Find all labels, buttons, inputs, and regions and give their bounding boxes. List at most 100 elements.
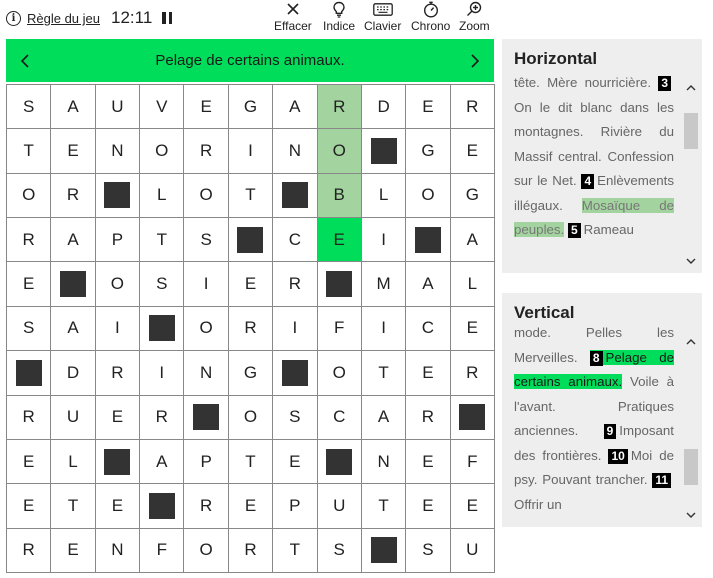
- clue-item[interactable]: tête. Mère nourricière.: [514, 75, 651, 90]
- grid-cell[interactable]: D: [361, 85, 407, 130]
- grid-cell[interactable]: O: [140, 129, 185, 174]
- grid-cell[interactable]: R: [7, 395, 52, 440]
- scroll-thumb[interactable]: [684, 113, 698, 149]
- grid-cell[interactable]: C: [273, 218, 318, 263]
- grid-cell[interactable]: R: [228, 528, 274, 573]
- grid-cell[interactable]: E: [228, 484, 274, 529]
- scroll-thumb[interactable]: [684, 449, 698, 485]
- grid-cell-active[interactable]: E: [317, 218, 362, 263]
- grid-cell[interactable]: R: [450, 85, 495, 130]
- previous-clue-button[interactable]: [10, 39, 40, 82]
- grid-cell[interactable]: E: [273, 439, 318, 485]
- grid-cell[interactable]: B: [317, 173, 362, 219]
- grid-cell[interactable]: L: [361, 173, 407, 219]
- grid-cell[interactable]: A: [406, 262, 451, 307]
- grid-cell[interactable]: R: [450, 351, 495, 396]
- next-clue-button[interactable]: [460, 39, 490, 82]
- grid-cell[interactable]: A: [273, 85, 318, 130]
- grid-cell[interactable]: N: [95, 528, 141, 573]
- grid-cell[interactable]: R: [228, 306, 274, 352]
- grid-cell[interactable]: A: [51, 306, 96, 352]
- clue-item[interactable]: mode. Pelles les: [514, 325, 674, 340]
- grid-cell[interactable]: R: [140, 395, 185, 440]
- timer-button[interactable]: Chrono: [411, 0, 450, 33]
- grid-cell[interactable]: I: [228, 129, 274, 174]
- grid-cell[interactable]: O: [7, 173, 52, 219]
- grid-cell[interactable]: O: [184, 306, 229, 352]
- scroll-down-button[interactable]: [680, 507, 702, 523]
- grid-cell[interactable]: I: [361, 218, 407, 263]
- clue-item[interactable]: 5 Rameau: [567, 222, 634, 238]
- grid-cell[interactable]: I: [273, 306, 318, 352]
- grid-cell[interactable]: G: [450, 173, 495, 219]
- grid-cell[interactable]: N: [184, 351, 229, 396]
- grid-cell[interactable]: R: [406, 395, 451, 440]
- grid-cell[interactable]: P: [273, 484, 318, 529]
- grid-cell[interactable]: E: [406, 484, 451, 529]
- grid-cell[interactable]: O: [184, 173, 229, 219]
- hint-button[interactable]: Indice: [323, 0, 355, 33]
- pause-icon[interactable]: [162, 12, 172, 24]
- grid-cell[interactable]: O: [317, 129, 362, 174]
- scroll-up-button[interactable]: [680, 333, 702, 349]
- grid-cell[interactable]: E: [406, 351, 451, 396]
- grid-cell[interactable]: F: [450, 439, 495, 485]
- grid-cell[interactable]: A: [51, 85, 96, 130]
- horizontal-clue-list[interactable]: tête. Mère nourricière. 3On le dit blanc…: [514, 71, 674, 263]
- grid-cell[interactable]: S: [273, 395, 318, 440]
- rules-link[interactable]: i Règle du jeu: [6, 11, 100, 26]
- grid-cell[interactable]: E: [7, 262, 52, 307]
- grid-cell[interactable]: O: [406, 173, 451, 219]
- grid-cell[interactable]: T: [140, 218, 185, 263]
- grid-cell[interactable]: O: [228, 395, 274, 440]
- grid-cell[interactable]: F: [140, 528, 185, 573]
- grid-cell[interactable]: E: [7, 484, 52, 529]
- grid-cell[interactable]: G: [228, 85, 274, 130]
- grid-cell[interactable]: L: [51, 439, 96, 485]
- grid-cell[interactable]: O: [95, 262, 141, 307]
- grid-cell[interactable]: T: [228, 439, 274, 485]
- grid-cell[interactable]: G: [228, 351, 274, 396]
- scroll-down-button[interactable]: [680, 253, 702, 269]
- keyboard-button[interactable]: Clavier: [364, 0, 401, 33]
- clue-item[interactable]: Pouvant trancher.: [542, 472, 647, 487]
- grid-cell[interactable]: L: [450, 262, 495, 307]
- grid-cell[interactable]: S: [7, 85, 52, 130]
- grid-cell[interactable]: R: [184, 129, 229, 174]
- grid-cell[interactable]: F: [317, 306, 362, 352]
- grid-cell[interactable]: D: [51, 351, 96, 396]
- grid-cell[interactable]: R: [317, 85, 362, 130]
- horizontal-scrollbar[interactable]: [680, 79, 702, 269]
- grid-cell[interactable]: I: [184, 262, 229, 307]
- grid-cell[interactable]: G: [406, 129, 451, 174]
- grid-cell[interactable]: S: [406, 528, 451, 573]
- grid-cell[interactable]: I: [95, 306, 141, 352]
- grid-cell[interactable]: S: [7, 306, 52, 352]
- grid-cell[interactable]: S: [317, 528, 362, 573]
- grid-cell[interactable]: T: [7, 129, 52, 174]
- grid-cell[interactable]: E: [450, 484, 495, 529]
- grid-cell[interactable]: O: [184, 528, 229, 573]
- grid-cell[interactable]: C: [406, 306, 451, 352]
- grid-cell[interactable]: N: [361, 439, 407, 485]
- grid-cell[interactable]: C: [317, 395, 362, 440]
- grid-cell[interactable]: R: [7, 218, 52, 263]
- grid-cell[interactable]: R: [51, 173, 96, 219]
- grid-cell[interactable]: E: [51, 528, 96, 573]
- grid-cell[interactable]: E: [450, 129, 495, 174]
- grid-cell[interactable]: R: [95, 351, 141, 396]
- grid-cell[interactable]: A: [361, 395, 407, 440]
- grid-cell[interactable]: R: [7, 528, 52, 573]
- grid-cell[interactable]: P: [95, 218, 141, 263]
- grid-cell[interactable]: I: [140, 351, 185, 396]
- grid-cell[interactable]: E: [7, 439, 52, 485]
- grid-cell[interactable]: L: [140, 173, 185, 219]
- grid-cell[interactable]: V: [140, 85, 185, 130]
- grid-cell[interactable]: N: [95, 129, 141, 174]
- grid-cell[interactable]: T: [228, 173, 274, 219]
- vertical-scrollbar[interactable]: [680, 333, 702, 523]
- grid-cell[interactable]: M: [361, 262, 407, 307]
- grid-cell[interactable]: U: [450, 528, 495, 573]
- grid-cell[interactable]: R: [273, 262, 318, 307]
- grid-cell[interactable]: U: [51, 395, 96, 440]
